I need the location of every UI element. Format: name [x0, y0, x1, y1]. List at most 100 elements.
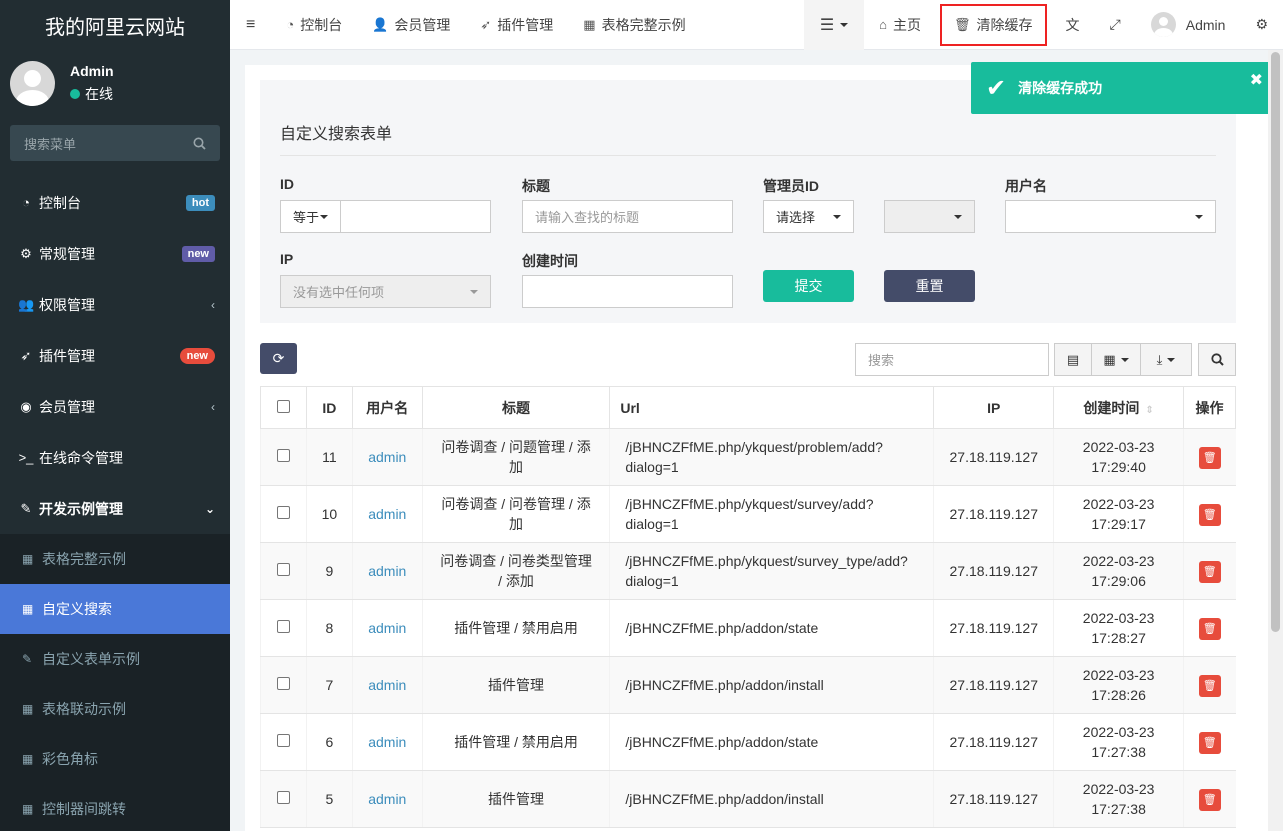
advanced-search-button[interactable]	[1198, 343, 1236, 376]
row-checkbox-cell[interactable]	[260, 599, 307, 657]
checkbox[interactable]	[276, 506, 290, 519]
sidebar-item-general[interactable]: ⚙ 常规管理 new	[0, 228, 230, 279]
table-icon: ▦	[22, 702, 34, 716]
table-row[interactable]: 6 admin 插件管理 / 禁用启用/jBHNCZFfME.php/addon/s…	[260, 713, 1236, 771]
checkbox[interactable]	[276, 563, 290, 576]
checkbox[interactable]	[276, 734, 290, 747]
table-row[interactable]: 9 admin 问卷调查 / 问卷类型管理 / 添加/jBHNCZFfME.php/…	[260, 542, 1236, 600]
reset-button[interactable]: 重置	[884, 270, 975, 302]
table-row[interactable]: 8 admin 插件管理 / 禁用启用/jBHNCZFfME.php/addon/s…	[260, 599, 1236, 657]
logo[interactable]: 我的阿里云网站	[0, 0, 230, 50]
menu-search-input[interactable]: 搜索菜单	[10, 125, 220, 161]
id-input[interactable]	[340, 200, 491, 233]
submenu-item-custom-form[interactable]: ✎ 自定义表单示例	[0, 634, 230, 684]
trash-icon: 🗑	[1202, 793, 1217, 806]
delete-button[interactable]: 🗑	[1198, 731, 1221, 754]
row-checkbox-cell[interactable]	[260, 428, 307, 486]
export-button[interactable]: ⤓	[1140, 343, 1192, 376]
table-row[interactable]: 10 admin 问卷调查 / 问卷管理 / 添加/jBHNCZFfME.php/y…	[260, 485, 1236, 543]
cell-date: 2022-03-23	[1082, 553, 1155, 569]
col-id[interactable]: ID	[305, 386, 353, 429]
scrollbar[interactable]	[1268, 50, 1283, 831]
checkbox[interactable]	[276, 677, 290, 690]
cell-username[interactable]: admin	[351, 656, 423, 714]
id-operator-select[interactable]: 等于	[280, 200, 341, 233]
cell-username[interactable]: admin	[351, 770, 423, 828]
sidebar-item-auth[interactable]: 👥 权限管理 ‹	[0, 279, 230, 330]
title-input[interactable]: 请输入查找的标题	[522, 200, 733, 233]
col-url[interactable]: Url	[609, 386, 935, 429]
cell-username[interactable]: admin	[351, 542, 423, 600]
row-checkbox-cell[interactable]	[260, 485, 307, 543]
submit-button[interactable]: 提交	[763, 270, 854, 302]
delete-button[interactable]: 🗑	[1198, 674, 1221, 697]
submenu-item-color-badge[interactable]: ▦ 彩色角标	[0, 734, 230, 784]
language-button[interactable]: 文	[1051, 0, 1095, 50]
settings-button[interactable]: ⚙	[1240, 0, 1283, 50]
created-time-input[interactable]	[522, 275, 733, 308]
sidebar-item-command[interactable]: >_ 在线命令管理	[0, 432, 230, 483]
checkbox[interactable]	[276, 791, 290, 804]
submenu-item-table-full[interactable]: ▦ 表格完整示例	[0, 534, 230, 584]
admin-id-sub-select[interactable]	[884, 200, 975, 233]
columns-button[interactable]: ▦	[1091, 343, 1141, 376]
refresh-button[interactable]: ⟳	[260, 343, 297, 374]
row-checkbox-cell[interactable]	[260, 770, 307, 828]
checkbox[interactable]	[276, 449, 290, 462]
select-all-checkbox[interactable]	[260, 386, 307, 429]
cell-username[interactable]: admin	[351, 485, 423, 543]
cell-actions: 🗑	[1183, 542, 1236, 600]
home-button[interactable]: ⌂ 主页	[864, 0, 936, 50]
cell-username[interactable]: admin	[351, 713, 423, 771]
tab-addon[interactable]: ➶ 插件管理	[465, 0, 568, 50]
submenu-item-label: 彩色角标	[42, 751, 98, 767]
sidebar-item-member[interactable]: ◉ 会员管理 ‹	[0, 381, 230, 432]
submenu-item-table-link[interactable]: ▦ 表格联动示例	[0, 684, 230, 734]
edit-icon: ✎	[22, 652, 33, 666]
col-username[interactable]: 用户名	[351, 386, 423, 429]
sidebar-item-addon[interactable]: ➶ 插件管理 new	[0, 330, 230, 381]
tab-table-full[interactable]: ▦ 表格完整示例	[568, 0, 700, 50]
delete-button[interactable]: 🗑	[1198, 503, 1221, 526]
trash-icon: 🗑	[954, 16, 971, 32]
close-icon[interactable]: ✖	[1250, 70, 1263, 90]
col-title[interactable]: 标题	[421, 386, 611, 429]
tab-dashboard[interactable]: ◔ 控制台	[271, 0, 357, 50]
toggle-view-button[interactable]: ▤	[1054, 343, 1092, 376]
cell-username[interactable]: admin	[351, 599, 423, 657]
checkbox[interactable]	[276, 399, 290, 413]
col-ip[interactable]: IP	[933, 386, 1055, 429]
online-dot-icon	[70, 88, 80, 99]
submenu-item-custom-search[interactable]: ▦ 自定义搜索	[0, 584, 230, 634]
table-row[interactable]: 11 admin 问卷调查 / 问题管理 / 添加/jBHNCZFfME.php/y…	[260, 428, 1236, 486]
admin-id-select[interactable]: 请选择	[763, 200, 854, 233]
scrollbar-thumb[interactable]	[1271, 52, 1280, 632]
delete-button[interactable]: 🗑	[1198, 446, 1221, 469]
tabs-dropdown-button[interactable]: ☰	[803, 0, 865, 50]
trash-icon: 🗑	[1202, 565, 1217, 578]
sidebar-toggle-button[interactable]: ≡	[230, 0, 271, 50]
row-checkbox-cell[interactable]	[260, 713, 307, 771]
checkbox[interactable]	[276, 620, 290, 633]
table-search-input[interactable]: 搜索	[855, 343, 1049, 376]
fullscreen-button[interactable]: ⤢	[1095, 0, 1136, 50]
row-checkbox-cell[interactable]	[260, 656, 307, 714]
user-menu-button[interactable]: Admin	[1136, 0, 1241, 50]
row-checkbox-cell[interactable]	[260, 542, 307, 600]
table-row[interactable]: 7 admin 插件管理/jBHNCZFfME.php/addon/install 2…	[260, 656, 1236, 714]
ip-select[interactable]: 没有选中任何项	[280, 275, 491, 308]
col-created-time[interactable]: 创建时间 ⇕	[1053, 386, 1185, 429]
clear-cache-button[interactable]: 🗑 清除缓存	[940, 3, 1047, 46]
tab-member[interactable]: 👤 会员管理	[357, 0, 465, 50]
cell-url: /jBHNCZFfME.php/addon/state	[609, 713, 934, 771]
username-select[interactable]	[1005, 200, 1216, 233]
table-row[interactable]: 5 admin 插件管理/jBHNCZFfME.php/addon/install 2…	[260, 770, 1236, 828]
delete-button[interactable]: 🗑	[1198, 560, 1221, 583]
cell-username[interactable]: admin	[351, 428, 423, 486]
submenu-item-controller-jump[interactable]: ▦ 控制器间跳转	[0, 784, 230, 831]
delete-button[interactable]: 🗑	[1198, 788, 1221, 811]
main-content: 自定义搜索表单 ID 等于 标题 请输入查找的标题 管理员ID 请选择 用户名 …	[245, 65, 1268, 831]
delete-button[interactable]: 🗑	[1198, 617, 1221, 640]
sidebar-item-dashboard[interactable]: ◔ 控制台 hot	[0, 177, 230, 228]
sidebar-item-example[interactable]: ✎ 开发示例管理 ⌄	[0, 483, 230, 534]
